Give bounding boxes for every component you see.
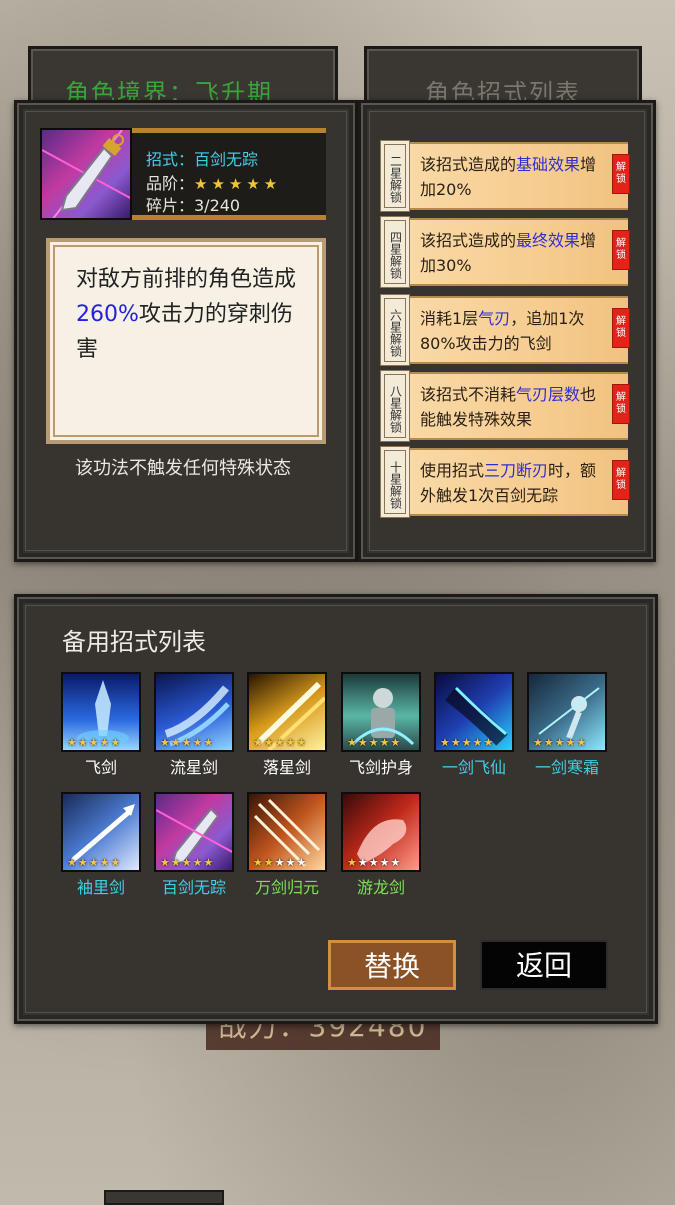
backup-skill-name: 一剑寒霜 bbox=[534, 758, 599, 777]
backup-skill-name: 万剑归元 bbox=[254, 878, 319, 897]
skill-description-box: 对敌方前排的角色造成260%攻击力的穿刺伤害 bbox=[46, 238, 326, 444]
slot-stars: ★★★★★ bbox=[440, 736, 495, 749]
slot-stars: ★★★★★ bbox=[533, 736, 588, 749]
unlock-tag: 十星解锁 bbox=[380, 446, 410, 518]
backup-skill-slot[interactable]: ★★★★★ bbox=[154, 672, 234, 752]
slot-stars: ★★★★★ bbox=[160, 736, 215, 749]
unlock-row: 十星解锁 使用招式三刀断刃时，额外触发1次百剑无踪 解锁 bbox=[380, 446, 630, 518]
backup-skill-name: 游龙剑 bbox=[356, 878, 405, 897]
skill-shards: 碎片：3/240 bbox=[146, 196, 241, 215]
slot-stars: ★★★★★ bbox=[347, 856, 402, 869]
replace-button[interactable]: 替换 bbox=[328, 940, 456, 990]
backup-skill-slot[interactable]: ★★★★★ bbox=[341, 792, 421, 872]
unlock-tag: 四星解锁 bbox=[380, 216, 410, 288]
unlock-row: 二星解锁 该招式造成的基础效果增加20% 解锁 bbox=[380, 140, 630, 212]
backup-skill-name: 百剑无踪 bbox=[161, 878, 226, 897]
unlock-seal: 解锁 bbox=[612, 460, 630, 500]
backup-skill-slot[interactable]: ★★★★★ bbox=[247, 672, 327, 752]
special-state-note: 该功法不触发任何特殊状态 bbox=[75, 458, 291, 479]
slot-stars: ★★★★★ bbox=[160, 856, 215, 869]
backup-skill-name: 飞剑护身 bbox=[348, 758, 413, 777]
grade-stars: ★★★★★ bbox=[194, 175, 282, 193]
backup-skill-slot[interactable]: ★★★★★ bbox=[61, 672, 141, 752]
backup-title: 备用招式列表 bbox=[62, 628, 206, 656]
unlock-seal: 解锁 bbox=[612, 384, 630, 424]
unlock-seal: 解锁 bbox=[612, 308, 630, 348]
skill-name: 招式：百剑无踪 bbox=[146, 150, 259, 169]
unlock-text: 该招式造成的最终效果增加30% bbox=[420, 231, 597, 275]
backup-skill-slot[interactable]: ★★★★★ bbox=[527, 672, 607, 752]
backup-skill-name: 落星剑 bbox=[262, 758, 311, 777]
skill-grade: 品阶：★★★★★ bbox=[146, 170, 281, 194]
backup-skill-slot[interactable]: ★★★★★ bbox=[247, 792, 327, 872]
slot-stars: ★★★★★ bbox=[67, 736, 122, 749]
backup-skill-name: 袖里剑 bbox=[76, 878, 125, 897]
back-button[interactable]: 返回 bbox=[480, 940, 608, 990]
unlock-text: 消耗1层气刃，追加1次80%攻击力的飞剑 bbox=[420, 309, 585, 353]
unlock-row: 六星解锁 消耗1层气刃，追加1次80%攻击力的飞剑 解锁 bbox=[380, 294, 630, 366]
unlock-tag: 八星解锁 bbox=[380, 370, 410, 442]
unlock-row: 四星解锁 该招式造成的最终效果增加30% 解锁 bbox=[380, 216, 630, 288]
unlock-seal: 解锁 bbox=[612, 230, 630, 270]
slot-stars: ★★★★★ bbox=[253, 856, 308, 869]
backup-skill-slot[interactable]: ★★★★★ bbox=[434, 672, 514, 752]
flying-sword-icon bbox=[40, 128, 132, 220]
skill-description: 对敌方前排的角色造成260%攻击力的穿刺伤害 bbox=[76, 267, 297, 362]
backup-skill-slot[interactable]: ★★★★★ bbox=[154, 792, 234, 872]
unlock-row: 八星解锁 该招式不消耗气刃层数也能触发特殊效果 解锁 bbox=[380, 370, 630, 442]
unlock-tag: 六星解锁 bbox=[380, 294, 410, 366]
slot-stars: ★★★★★ bbox=[347, 736, 402, 749]
slot-stars: ★★★★★ bbox=[67, 856, 122, 869]
bottom-tab bbox=[104, 1190, 224, 1205]
slot-stars: ★★★★★ bbox=[253, 736, 308, 749]
backup-skill-name: 流星剑 bbox=[169, 758, 218, 777]
unlock-text: 该招式造成的基础效果增加20% bbox=[420, 155, 597, 199]
backup-skill-name: 一剑飞仙 bbox=[441, 758, 506, 777]
grade-label: 品阶： bbox=[146, 174, 195, 193]
unlock-text: 使用招式三刀断刃时，额外触发1次百剑无踪 bbox=[420, 461, 597, 505]
backup-skill-slot[interactable]: ★★★★★ bbox=[341, 672, 421, 752]
unlock-tag: 二星解锁 bbox=[380, 140, 410, 212]
unlock-seal: 解锁 bbox=[612, 154, 630, 194]
backup-skill-slot[interactable]: ★★★★★ bbox=[61, 792, 141, 872]
backup-skill-name: 飞剑 bbox=[84, 758, 117, 777]
unlock-text: 该招式不消耗气刃层数也能触发特殊效果 bbox=[420, 385, 597, 429]
